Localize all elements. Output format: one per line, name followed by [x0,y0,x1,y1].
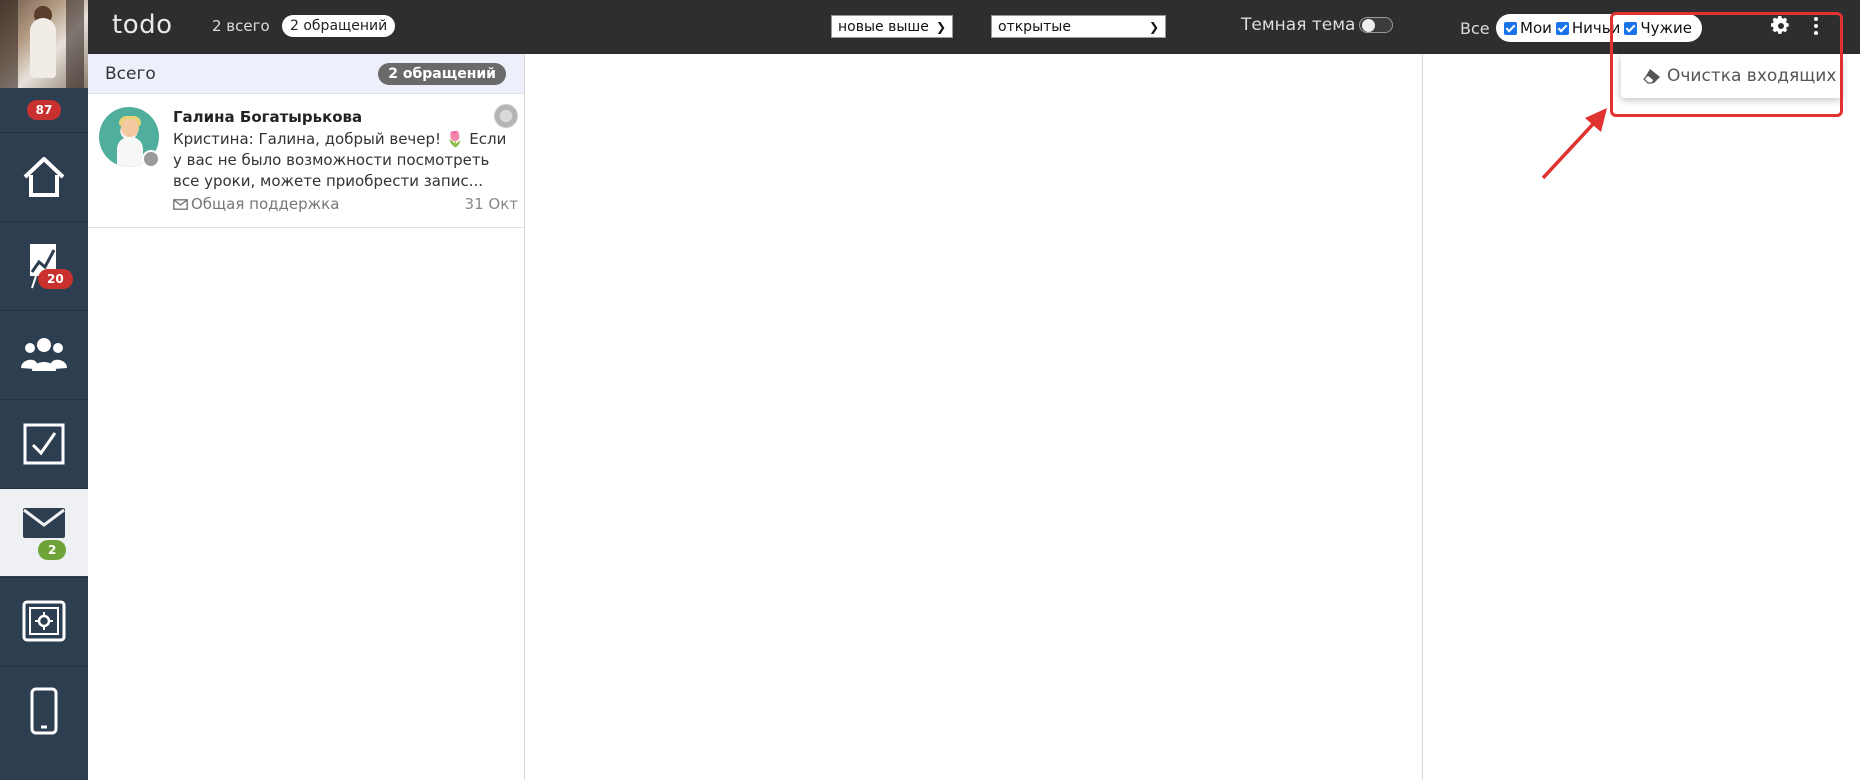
contact-name: Галина Богатырькова [173,108,363,126]
offline-status-indicator [142,150,160,168]
details-pane [1424,54,1860,780]
top-bar: todo 2 всего 2 обращений новые выше ❯ от… [88,0,1860,54]
status-select-value: открытые [998,18,1071,35]
chevron-down-icon: ❯ [935,19,946,34]
list-header: Всего 2 обращений [88,54,524,94]
list-header-title: Всего [105,63,156,84]
more-vertical-icon[interactable] [1810,15,1822,37]
checkbox-icon [23,423,65,464]
sidebar-item-tasks[interactable] [0,399,88,487]
sidebar-item-safe[interactable] [0,577,88,665]
assigned-agent-avatar [494,104,518,128]
filter-mine-label: Мои [1520,19,1552,37]
tickets-count-pill[interactable]: 2 обращений [282,15,396,37]
all-filter-label[interactable]: Все [1460,19,1490,38]
clear-inbox-menu-item[interactable]: Очистка входящих [1621,54,1841,98]
filter-others[interactable]: Чужие [1624,19,1692,37]
eraser-icon [1643,69,1660,84]
ticket-list-panel: Всего 2 обращений Галина Богатырькова Кр… [88,54,525,780]
message-preview: Кристина: Галина, добрый вечер! 🌷 Если у… [173,130,507,190]
mail-badge: 2 [38,540,67,560]
dark-theme-toggle[interactable] [1359,17,1393,33]
sidebar: 87 20 2 [0,0,88,780]
ticket-row[interactable]: Галина Богатырькова Кристина: Галина, до… [88,94,524,228]
sort-select[interactable]: новые выше ❯ [831,15,953,38]
notification-badge: 87 [26,100,62,120]
sidebar-item-clients[interactable] [0,310,88,398]
conversation-pane [525,54,1423,780]
clear-inbox-label: Очистка входящих [1667,66,1837,86]
app-logo[interactable]: todo [112,10,173,40]
sidebar-item-mail[interactable]: 2 [0,488,88,576]
envelope-icon [23,507,65,538]
sidebar-item-home[interactable] [0,132,88,220]
chevron-down-icon: ❯ [1148,19,1159,34]
list-header-count-badge: 2 обращений [378,62,506,85]
checkbox-checked-icon[interactable] [1555,21,1569,35]
envelope-icon [173,198,188,210]
sidebar-top-counter: 87 [0,88,88,132]
sidebar-item-analytics[interactable]: 20 [0,221,88,309]
ticket-channel: Общая поддержка [173,195,339,213]
sidebar-item-mobile[interactable] [0,666,88,754]
checkbox-checked-icon[interactable] [1624,21,1638,35]
filter-others-label: Чужие [1640,19,1693,37]
home-icon [23,156,65,197]
ticket-date: 31 Окт [464,195,518,213]
safe-icon [22,600,66,641]
user-avatar[interactable] [0,0,88,88]
filter-unassigned[interactable]: Ничьи [1555,19,1621,37]
total-count[interactable]: 2 всего [212,17,270,35]
checkbox-checked-icon[interactable] [1504,21,1517,35]
users-icon [21,337,67,371]
status-select[interactable]: открытые ❯ [991,15,1166,38]
ticket-channel-label: Общая поддержка [191,195,340,213]
analytics-badge: 20 [38,269,73,289]
dark-theme-label: Темная тема [1241,15,1356,35]
gear-icon[interactable] [1771,16,1791,36]
owner-filter-group: Мои Ничьи Чужие [1496,14,1702,42]
smartphone-icon [30,687,58,734]
filter-unassigned-label: Ничьи [1571,19,1621,37]
filter-mine[interactable]: Мои [1504,19,1552,37]
sort-select-value: новые выше [838,18,929,35]
